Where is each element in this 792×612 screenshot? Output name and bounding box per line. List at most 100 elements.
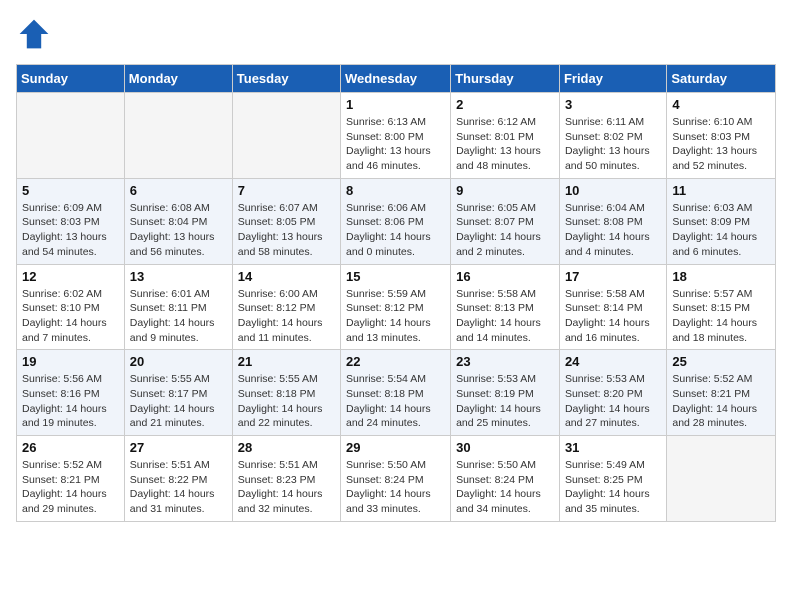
calendar-cell: 21 Sunrise: 5:55 AM Sunset: 8:18 PM Dayli… xyxy=(232,350,340,436)
day-info: Sunrise: 5:58 AM Sunset: 8:13 PM Dayligh… xyxy=(456,287,554,346)
day-info: Sunrise: 5:53 AM Sunset: 8:20 PM Dayligh… xyxy=(565,372,661,431)
day-info: Sunrise: 5:55 AM Sunset: 8:17 PM Dayligh… xyxy=(130,372,227,431)
day-number: 21 xyxy=(238,354,335,369)
calendar-cell xyxy=(124,93,232,179)
day-info: Sunrise: 5:49 AM Sunset: 8:25 PM Dayligh… xyxy=(565,458,661,517)
day-info: Sunrise: 6:03 AM Sunset: 8:09 PM Dayligh… xyxy=(672,201,770,260)
calendar-week-row: 26 Sunrise: 5:52 AM Sunset: 8:21 PM Dayli… xyxy=(17,436,776,522)
calendar-cell: 17 Sunrise: 5:58 AM Sunset: 8:14 PM Dayli… xyxy=(559,264,666,350)
calendar-cell: 5 Sunrise: 6:09 AM Sunset: 8:03 PM Daylig… xyxy=(17,178,125,264)
weekday-header-thursday: Thursday xyxy=(451,65,560,93)
day-info: Sunrise: 5:57 AM Sunset: 8:15 PM Dayligh… xyxy=(672,287,770,346)
day-number: 23 xyxy=(456,354,554,369)
day-number: 22 xyxy=(346,354,445,369)
day-number: 8 xyxy=(346,183,445,198)
calendar-cell xyxy=(17,93,125,179)
calendar-cell xyxy=(667,436,776,522)
calendar-cell: 27Sunrise: 5:51 AM Sunset: 8:22 PM Dayli… xyxy=(124,436,232,522)
day-number: 31 xyxy=(565,440,661,455)
day-number: 26 xyxy=(22,440,119,455)
day-number: 10 xyxy=(565,183,661,198)
day-number: 29 xyxy=(346,440,445,455)
calendar-cell xyxy=(232,93,340,179)
day-number: 27 xyxy=(130,440,227,455)
day-info: Sunrise: 5:52 AM Sunset: 8:21 PM Dayligh… xyxy=(672,372,770,431)
day-number: 6 xyxy=(130,183,227,198)
weekday-header-wednesday: Wednesday xyxy=(341,65,451,93)
day-info: Sunrise: 6:13 AM Sunset: 8:00 PM Dayligh… xyxy=(346,115,445,174)
day-info: Sunrise: 6:01 AM Sunset: 8:11 PM Dayligh… xyxy=(130,287,227,346)
day-number: 13 xyxy=(130,269,227,284)
day-info: Sunrise: 5:52 AM Sunset: 8:21 PM Dayligh… xyxy=(22,458,119,517)
calendar-cell: 14 Sunrise: 6:00 AM Sunset: 8:12 PM Dayli… xyxy=(232,264,340,350)
day-info: Sunrise: 5:54 AM Sunset: 8:18 PM Dayligh… xyxy=(346,372,445,431)
calendar-cell: 20 Sunrise: 5:55 AM Sunset: 8:17 PM Dayli… xyxy=(124,350,232,436)
calendar-cell: 22 Sunrise: 5:54 AM Sunset: 8:18 PM Dayli… xyxy=(341,350,451,436)
calendar-cell: 12 Sunrise: 6:02 AM Sunset: 8:10 PM Dayli… xyxy=(17,264,125,350)
calendar-cell: 30 Sunrise: 5:50 AM Sunset: 8:24 PM Dayli… xyxy=(451,436,560,522)
weekday-header-tuesday: Tuesday xyxy=(232,65,340,93)
calendar-cell: 1 Sunrise: 6:13 AM Sunset: 8:00 PM Daylig… xyxy=(341,93,451,179)
calendar-cell: 6Sunrise: 6:08 AM Sunset: 8:04 PM Daylig… xyxy=(124,178,232,264)
day-number: 4 xyxy=(672,97,770,112)
calendar-cell: 3Sunrise: 6:11 AM Sunset: 8:02 PM Daylig… xyxy=(559,93,666,179)
calendar-cell: 10 Sunrise: 6:04 AM Sunset: 8:08 PM Dayli… xyxy=(559,178,666,264)
calendar-cell: 13 Sunrise: 6:01 AM Sunset: 8:11 PM Dayli… xyxy=(124,264,232,350)
day-number: 15 xyxy=(346,269,445,284)
day-number: 11 xyxy=(672,183,770,198)
calendar-cell: 18 Sunrise: 5:57 AM Sunset: 8:15 PM Dayli… xyxy=(667,264,776,350)
day-info: Sunrise: 6:09 AM Sunset: 8:03 PM Dayligh… xyxy=(22,201,119,260)
calendar-week-row: 12 Sunrise: 6:02 AM Sunset: 8:10 PM Dayli… xyxy=(17,264,776,350)
weekday-header-row: SundayMondayTuesdayWednesdayThursdayFrid… xyxy=(17,65,776,93)
calendar-cell: 4Sunrise: 6:10 AM Sunset: 8:03 PM Daylig… xyxy=(667,93,776,179)
calendar-cell: 16 Sunrise: 5:58 AM Sunset: 8:13 PM Dayli… xyxy=(451,264,560,350)
calendar-cell: 2 Sunrise: 6:12 AM Sunset: 8:01 PM Daylig… xyxy=(451,93,560,179)
calendar-cell: 26 Sunrise: 5:52 AM Sunset: 8:21 PM Dayli… xyxy=(17,436,125,522)
day-number: 20 xyxy=(130,354,227,369)
day-info: Sunrise: 5:50 AM Sunset: 8:24 PM Dayligh… xyxy=(456,458,554,517)
weekday-header-monday: Monday xyxy=(124,65,232,93)
day-info: Sunrise: 5:50 AM Sunset: 8:24 PM Dayligh… xyxy=(346,458,445,517)
weekday-header-friday: Friday xyxy=(559,65,666,93)
calendar-cell: 25 Sunrise: 5:52 AM Sunset: 8:21 PM Dayli… xyxy=(667,350,776,436)
day-number: 18 xyxy=(672,269,770,284)
day-info: Sunrise: 5:55 AM Sunset: 8:18 PM Dayligh… xyxy=(238,372,335,431)
calendar-cell: 23 Sunrise: 5:53 AM Sunset: 8:19 PM Dayli… xyxy=(451,350,560,436)
calendar-cell: 28Sunrise: 5:51 AM Sunset: 8:23 PM Dayli… xyxy=(232,436,340,522)
day-info: Sunrise: 6:05 AM Sunset: 8:07 PM Dayligh… xyxy=(456,201,554,260)
day-info: Sunrise: 5:53 AM Sunset: 8:19 PM Dayligh… xyxy=(456,372,554,431)
calendar-week-row: 5 Sunrise: 6:09 AM Sunset: 8:03 PM Daylig… xyxy=(17,178,776,264)
calendar-cell: 19Sunrise: 5:56 AM Sunset: 8:16 PM Dayli… xyxy=(17,350,125,436)
calendar-table: SundayMondayTuesdayWednesdayThursdayFrid… xyxy=(16,64,776,522)
day-number: 5 xyxy=(22,183,119,198)
day-number: 1 xyxy=(346,97,445,112)
day-number: 9 xyxy=(456,183,554,198)
day-info: Sunrise: 5:58 AM Sunset: 8:14 PM Dayligh… xyxy=(565,287,661,346)
calendar-cell: 24 Sunrise: 5:53 AM Sunset: 8:20 PM Dayli… xyxy=(559,350,666,436)
day-number: 28 xyxy=(238,440,335,455)
day-info: Sunrise: 6:04 AM Sunset: 8:08 PM Dayligh… xyxy=(565,201,661,260)
day-info: Sunrise: 6:07 AM Sunset: 8:05 PM Dayligh… xyxy=(238,201,335,260)
day-info: Sunrise: 6:00 AM Sunset: 8:12 PM Dayligh… xyxy=(238,287,335,346)
day-number: 17 xyxy=(565,269,661,284)
calendar-cell: 31 Sunrise: 5:49 AM Sunset: 8:25 PM Dayli… xyxy=(559,436,666,522)
day-number: 19 xyxy=(22,354,119,369)
day-number: 14 xyxy=(238,269,335,284)
day-number: 12 xyxy=(22,269,119,284)
weekday-header-sunday: Sunday xyxy=(17,65,125,93)
calendar-cell: 8Sunrise: 6:06 AM Sunset: 8:06 PM Daylig… xyxy=(341,178,451,264)
day-info: Sunrise: 6:02 AM Sunset: 8:10 PM Dayligh… xyxy=(22,287,119,346)
day-number: 25 xyxy=(672,354,770,369)
calendar-cell: 29 Sunrise: 5:50 AM Sunset: 8:24 PM Dayli… xyxy=(341,436,451,522)
logo xyxy=(16,16,56,52)
day-info: Sunrise: 6:12 AM Sunset: 8:01 PM Dayligh… xyxy=(456,115,554,174)
logo-icon xyxy=(16,16,52,52)
day-number: 16 xyxy=(456,269,554,284)
day-number: 24 xyxy=(565,354,661,369)
weekday-header-saturday: Saturday xyxy=(667,65,776,93)
day-info: Sunrise: 5:59 AM Sunset: 8:12 PM Dayligh… xyxy=(346,287,445,346)
calendar-week-row: 1 Sunrise: 6:13 AM Sunset: 8:00 PM Daylig… xyxy=(17,93,776,179)
day-number: 2 xyxy=(456,97,554,112)
calendar-cell: 15 Sunrise: 5:59 AM Sunset: 8:12 PM Dayli… xyxy=(341,264,451,350)
day-number: 30 xyxy=(456,440,554,455)
